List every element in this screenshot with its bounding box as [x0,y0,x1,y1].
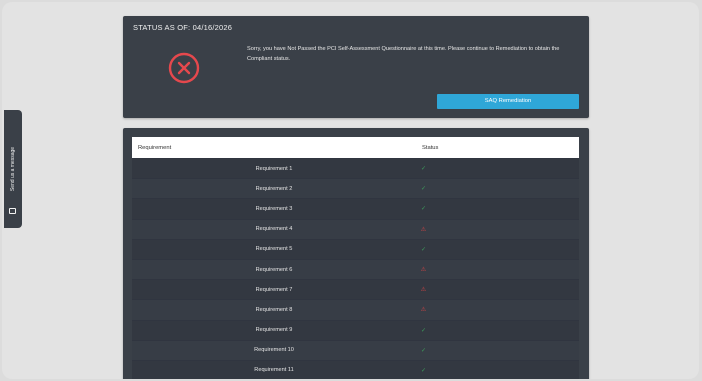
fail-warning-icon: ⚠ [420,307,427,314]
page-viewport: STATUS AS OF: 04/16/2026 Sorry, you have… [2,2,699,379]
requirement-status: ✓ [416,339,579,361]
requirements-card: Requirement Status Requirement 1 ✓ Require… [123,128,589,379]
table-row: Requirement 11 ✓ [132,359,579,379]
pass-check-icon: ✓ [420,206,427,213]
table-row: Requirement 1 ✓ [132,157,579,179]
table-header-row: Requirement Status [132,137,579,159]
fail-warning-icon: ⚠ [420,267,427,274]
table-row: Requirement 6 ⚠ [132,258,579,280]
requirement-status: ✓ [416,157,579,179]
pass-check-icon: ✓ [420,246,427,253]
status-card: STATUS AS OF: 04/16/2026 Sorry, you have… [123,16,589,118]
table-row: Requirement 9 ✓ [132,319,579,341]
pass-check-icon: ✓ [420,347,427,354]
requirement-name: Requirement 6 [132,258,416,280]
status-title: STATUS AS OF: 04/16/2026 [133,23,233,32]
pass-check-icon: ✓ [420,166,427,173]
saq-remediation-button[interactable]: SAQ Remediation [437,94,579,109]
chat-icon [9,208,16,214]
table-row: Requirement 3 ✓ [132,198,579,220]
requirements-table-body: Requirement 1 ✓ Requirement 2 ✓ Requirement … [132,157,579,379]
requirement-name: Requirement 2 [132,178,416,199]
requirement-name: Requirement 11 [132,359,416,379]
requirement-name: Requirement 7 [132,279,416,300]
send-message-label: Send us a message [10,146,16,192]
requirement-status: ✓ [416,178,579,199]
requirement-name: Requirement 8 [132,299,416,320]
table-row: Requirement 7 ⚠ [132,279,579,300]
requirement-status: ⚠ [416,258,579,280]
requirement-name: Requirement 5 [132,238,416,260]
pass-check-icon: ✓ [420,367,427,374]
column-header-requirement: Requirement [132,137,416,159]
fail-warning-icon: ⚠ [420,287,427,294]
requirement-name: Requirement 9 [132,319,416,341]
table-row: Requirement 4 ⚠ [132,218,579,240]
fail-warning-icon: ⚠ [420,226,427,233]
requirements-table: Requirement Status Requirement 1 ✓ Require… [132,137,579,379]
requirement-name: Requirement 3 [132,198,416,220]
pass-check-icon: ✓ [420,327,427,334]
table-row: Requirement 8 ⚠ [132,299,579,320]
close-circle-icon [168,52,200,84]
requirement-status: ⚠ [416,279,579,300]
requirement-status: ✓ [416,319,579,341]
requirement-status: ✓ [416,198,579,220]
requirement-name: Requirement 4 [132,218,416,240]
send-message-tab[interactable]: Send us a message [4,110,22,228]
table-row: Requirement 2 ✓ [132,178,579,199]
requirement-name: Requirement 1 [132,157,416,179]
pass-check-icon: ✓ [420,186,427,193]
table-row: Requirement 5 ✓ [132,238,579,260]
requirement-status: ✓ [416,359,579,379]
requirement-name: Requirement 10 [132,339,416,361]
requirement-status: ✓ [416,238,579,260]
column-header-status: Status [416,137,579,159]
requirement-status: ⚠ [416,299,579,320]
status-message: Sorry, you have Not Passed the PCI Self-… [247,46,560,62]
table-row: Requirement 10 ✓ [132,339,579,361]
requirement-status: ⚠ [416,218,579,240]
